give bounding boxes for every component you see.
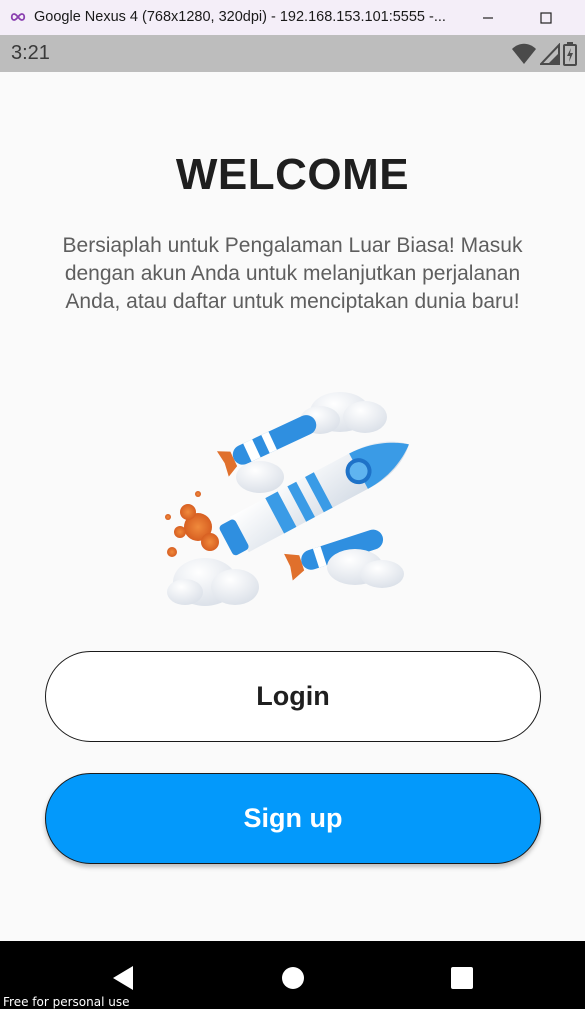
maximize-icon (540, 11, 552, 24)
watermark: Free for personal use (3, 995, 130, 1009)
welcome-description: Bersiaplah untuk Pengalaman Luar Biasa! … (62, 234, 523, 313)
wifi-icon (512, 43, 536, 64)
welcome-title: WELCOME (175, 150, 410, 199)
cellular-signal-icon (540, 42, 560, 65)
status-icons (511, 41, 577, 66)
status-bar: 3:21 (0, 35, 585, 72)
login-button[interactable]: Login (45, 651, 541, 742)
home-icon[interactable] (278, 963, 308, 993)
window-title-bar: Google Nexus 4 (768x1280, 320dpi) - 192.… (0, 0, 585, 35)
rocket-illustration (165, 392, 409, 606)
maximize-button[interactable] (526, 0, 566, 35)
signup-button[interactable]: Sign up (45, 773, 541, 864)
back-icon[interactable] (107, 963, 137, 993)
infinity-icon (10, 13, 26, 21)
minimize-button[interactable] (468, 0, 508, 35)
battery-icon (563, 41, 577, 66)
window-title: Google Nexus 4 (768x1280, 320dpi) - 192.… (34, 9, 446, 25)
status-time: 3:21 (11, 42, 50, 64)
recents-icon[interactable] (447, 963, 477, 993)
minimize-icon (483, 16, 493, 19)
emulator-window: Google Nexus 4 (768x1280, 320dpi) - 192.… (0, 0, 585, 1009)
